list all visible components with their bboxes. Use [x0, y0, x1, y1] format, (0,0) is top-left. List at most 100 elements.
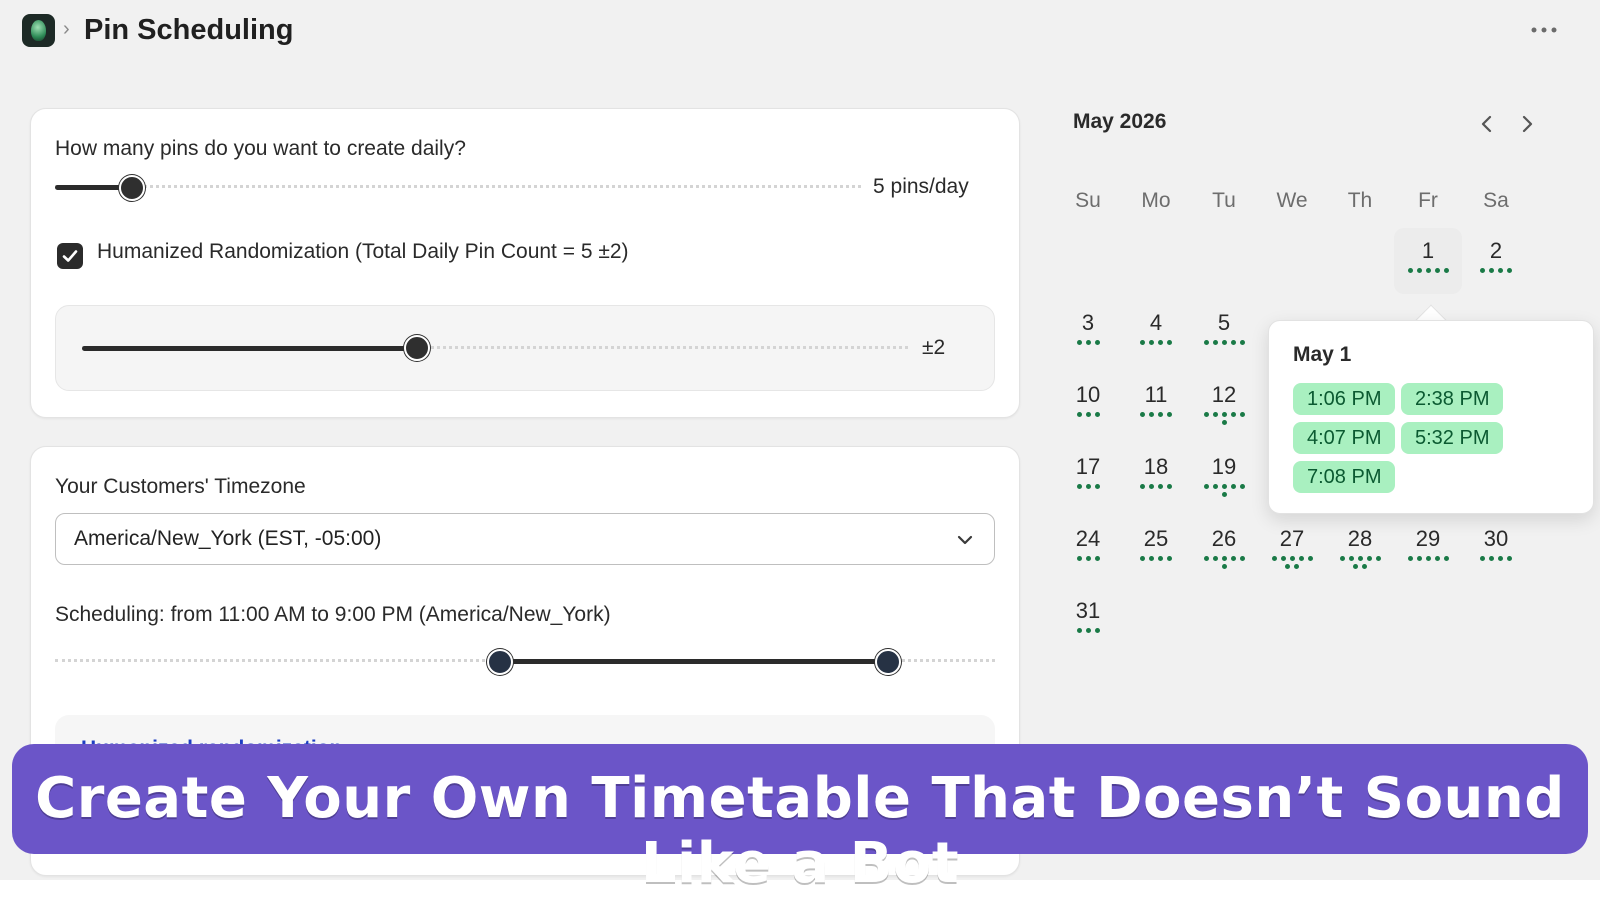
- chevron-right-icon[interactable]: [1515, 112, 1539, 136]
- pin-dot-row: [1462, 268, 1530, 276]
- variance-slider-thumb[interactable]: [404, 335, 430, 361]
- day-number: 18: [1143, 454, 1169, 479]
- weekday-label: Tu: [1212, 189, 1236, 212]
- scheduled-time-chip[interactable]: 1:06 PM: [1293, 383, 1396, 415]
- time-range-start-thumb[interactable]: [487, 649, 513, 675]
- pin-dot: [1158, 340, 1163, 345]
- weekday-label: Mo: [1141, 189, 1171, 212]
- scheduled-time-chip[interactable]: 5:32 PM: [1401, 422, 1504, 454]
- breadcrumb-separator: ›: [63, 18, 70, 40]
- more-horizontal-icon[interactable]: [1528, 16, 1560, 44]
- pins-slider-thumb[interactable]: [119, 175, 145, 201]
- pin-dot: [1221, 420, 1227, 425]
- calendar-day[interactable]: 24: [1054, 516, 1122, 582]
- pin-dot: [1094, 340, 1100, 345]
- timezone-select[interactable]: America/New_York (EST, -05:00): [55, 513, 995, 565]
- scheduling-range-label: Scheduling: from 11:00 AM to 9:00 PM (Am…: [55, 603, 611, 626]
- pin-dots: [1122, 412, 1190, 420]
- pin-dot: [1239, 556, 1245, 561]
- scheduled-time-chip[interactable]: 7:08 PM: [1293, 461, 1396, 493]
- pin-dot: [1507, 556, 1512, 561]
- calendar-day[interactable]: 2: [1462, 228, 1530, 294]
- pin-dots: [1394, 268, 1462, 276]
- weekday-label: Fr: [1418, 189, 1438, 212]
- pin-dot-row: [1122, 484, 1190, 492]
- calendar-day[interactable]: 1: [1394, 228, 1462, 294]
- pin-dot-row: [1122, 556, 1190, 564]
- calendar-day[interactable]: 29: [1394, 516, 1462, 582]
- time-range-end-thumb[interactable]: [875, 649, 901, 675]
- pin-dot-row: [1054, 412, 1122, 420]
- pin-dot: [1362, 564, 1367, 569]
- pin-dot: [1212, 484, 1218, 489]
- calendar-day[interactable]: 12: [1190, 372, 1258, 438]
- calendar-day[interactable]: 4: [1122, 300, 1190, 366]
- pin-dot: [1443, 268, 1449, 273]
- pin-dot: [1348, 556, 1354, 561]
- pin-dot-row: [1394, 268, 1462, 276]
- pin-dot: [1167, 340, 1172, 345]
- pin-dot: [1167, 484, 1172, 489]
- pin-dots: [1190, 556, 1258, 572]
- pin-dot-row: [1190, 340, 1258, 348]
- app-logo-icon[interactable]: [22, 14, 55, 47]
- promo-banner-text: Create Your Own Timetable That Doesn’t S…: [35, 766, 1565, 896]
- day-number: 30: [1483, 526, 1509, 551]
- pin-dot: [1221, 492, 1227, 497]
- variance-slider-box: ±2: [55, 305, 995, 391]
- pin-dot: [1158, 412, 1163, 417]
- day-number: 2: [1489, 238, 1503, 263]
- pin-dot: [1149, 412, 1154, 417]
- pin-dot: [1289, 556, 1295, 561]
- pin-dot: [1203, 556, 1209, 561]
- chevron-down-icon: [957, 535, 973, 545]
- pin-dot: [1094, 628, 1100, 633]
- pin-dot: [1221, 564, 1227, 569]
- pin-dot-row: [1258, 556, 1326, 564]
- scheduled-time-chip[interactable]: 4:07 PM: [1293, 422, 1396, 454]
- pin-dots: [1190, 412, 1258, 428]
- scheduled-time-chip[interactable]: 2:38 PM: [1401, 383, 1504, 415]
- calendar-day[interactable]: 30: [1462, 516, 1530, 582]
- day-number: 1: [1421, 238, 1435, 263]
- pin-dots: [1054, 484, 1122, 492]
- calendar-day[interactable]: 28: [1326, 516, 1394, 582]
- pin-dot: [1094, 556, 1100, 561]
- pin-dot-row: [1462, 556, 1530, 564]
- pin-dot: [1239, 484, 1245, 489]
- pin-dots: [1462, 268, 1530, 276]
- pin-dots: [1394, 556, 1462, 564]
- calendar-day[interactable]: 27: [1258, 516, 1326, 582]
- calendar-day[interactable]: 3: [1054, 300, 1122, 366]
- calendar-day[interactable]: 31: [1054, 588, 1122, 654]
- calendar-day[interactable]: 19: [1190, 444, 1258, 510]
- day-number: 27: [1279, 526, 1305, 551]
- pin-dot-row: [1326, 556, 1394, 564]
- calendar-day[interactable]: 10: [1054, 372, 1122, 438]
- pin-dot: [1094, 484, 1100, 489]
- chevron-left-icon[interactable]: [1475, 112, 1499, 136]
- pin-dot: [1425, 268, 1431, 273]
- day-number: 29: [1415, 526, 1441, 551]
- calendar-day[interactable]: 17: [1054, 444, 1122, 510]
- pin-dot: [1230, 340, 1236, 345]
- pin-dot-row: [1190, 564, 1258, 572]
- pins-slider-track[interactable]: [55, 185, 861, 189]
- calendar-day[interactable]: 26: [1190, 516, 1258, 582]
- pin-dot: [1407, 556, 1413, 561]
- pin-dot-row: [1054, 484, 1122, 492]
- calendar-day[interactable]: 11: [1122, 372, 1190, 438]
- pin-dot: [1480, 556, 1485, 561]
- randomization-checkbox[interactable]: [57, 243, 83, 269]
- pin-dot: [1221, 340, 1227, 345]
- timezone-label: Your Customers' Timezone: [55, 475, 306, 498]
- pin-dot: [1203, 484, 1209, 489]
- calendar-day[interactable]: 18: [1122, 444, 1190, 510]
- pin-dot: [1416, 268, 1422, 273]
- pin-dot: [1298, 556, 1304, 561]
- pin-dot: [1230, 484, 1236, 489]
- calendar-day[interactable]: 25: [1122, 516, 1190, 582]
- pin-dot: [1167, 556, 1172, 561]
- calendar-day[interactable]: 5: [1190, 300, 1258, 366]
- pin-dot: [1443, 556, 1449, 561]
